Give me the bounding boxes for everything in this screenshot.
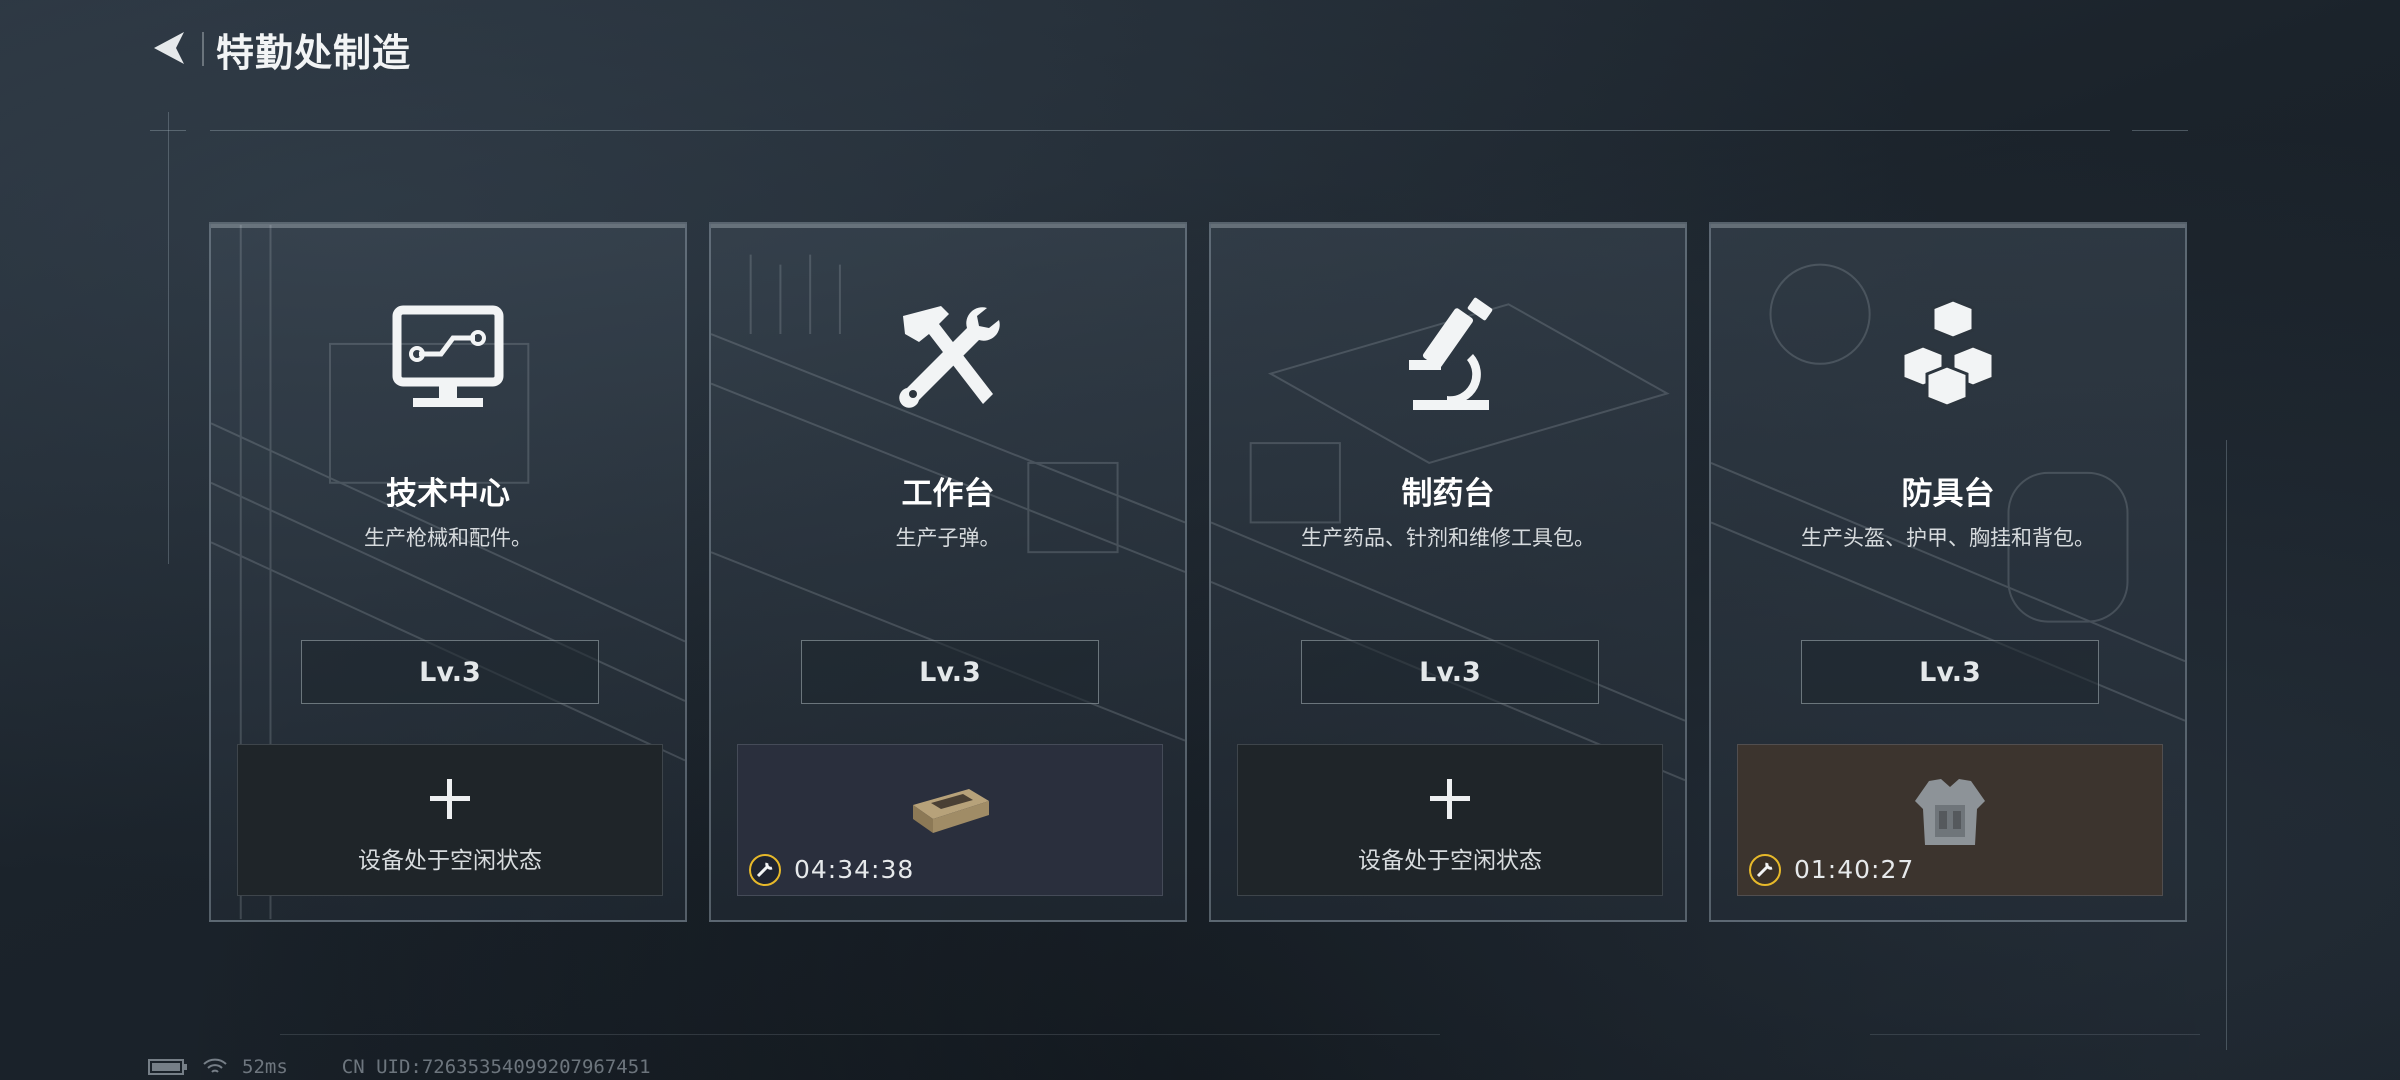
card-workbench[interactable]: 工作台 生产子弹。 Lv.3 04:34:38 (709, 222, 1187, 922)
uid-readout: CN UID:72635354099207967451 (341, 1056, 651, 1078)
frame-line-bottom (280, 1034, 1440, 1035)
crafting-timer-icon (749, 854, 781, 886)
monitor-circuit-icon (392, 305, 504, 407)
card-title: 制药台 (1401, 476, 1495, 512)
production-slot[interactable]: 04:34:38 (737, 744, 1163, 896)
idle-status-text: 设备处于空闲状态 (358, 848, 542, 874)
back-button[interactable] (148, 26, 192, 70)
card-title: 防具台 (1901, 476, 1995, 512)
frame-line-right (2226, 440, 2227, 1050)
microscope-icon (1409, 297, 1493, 410)
card-title: 技术中心 (386, 476, 510, 512)
idle-status-text: 设备处于空闲状态 (1358, 848, 1542, 874)
level-button[interactable]: Lv.3 (301, 640, 599, 704)
card-pharmacy[interactable]: 制药台 生产药品、针剂和维修工具包。 Lv.3 设备处于空闲状态 (1209, 222, 1687, 922)
card-title: 工作台 (901, 476, 995, 512)
page-title: 特勤处制造 (216, 31, 412, 75)
back-arrow-icon (154, 32, 184, 64)
card-description: 生产药品、针剂和维修工具包。 (1301, 526, 1595, 550)
countdown-timer: 01:40:27 (1794, 855, 1915, 884)
card-tech-center[interactable]: 技术中心 生产枪械和配件。 Lv.3 设备处于空闲状态 (209, 222, 687, 922)
header-separator (202, 32, 204, 66)
status-bar: 52ms CN UID:72635354099207967451 (148, 1056, 651, 1078)
frame-line-top-right (2132, 130, 2188, 131)
crafting-timer-icon (1749, 854, 1781, 886)
card-armor-bench[interactable]: 防具台 生产头盔、护甲、胸挂和背包。 Lv.3 01:40:27 (1709, 222, 2187, 922)
hammer-wrench-icon (899, 306, 1000, 408)
level-button[interactable]: Lv.3 (801, 640, 1099, 704)
plus-icon (430, 779, 470, 819)
ping-readout: 52ms (242, 1056, 288, 1078)
card-description: 生产子弹。 (895, 526, 1001, 550)
production-slot[interactable]: 设备处于空闲状态 (1237, 744, 1663, 896)
cubes-icon (1901, 298, 1995, 408)
frame-line-left (168, 112, 169, 564)
body-armor-icon (1915, 779, 1985, 845)
wifi-icon (203, 1058, 227, 1073)
level-button[interactable]: Lv.3 (1801, 640, 2099, 704)
frame-line-bottom-right (1870, 1034, 2200, 1035)
card-description: 生产头盔、护甲、胸挂和背包。 (1801, 526, 2095, 550)
battery-icon (148, 1059, 187, 1075)
production-slot[interactable]: 01:40:27 (1737, 744, 2163, 896)
card-description: 生产枪械和配件。 (364, 526, 532, 550)
level-button[interactable]: Lv.3 (1301, 640, 1599, 704)
plus-icon (1430, 779, 1470, 819)
frame-line-top (210, 130, 2110, 131)
crafting-screen: 特勤处制造 技术中心 生产枪械和配件。 Lv.3 设备处于空闲状态 工作台 生产… (0, 0, 2400, 1080)
ammo-box-icon (913, 789, 989, 833)
countdown-timer: 04:34:38 (794, 855, 915, 884)
production-slot[interactable]: 设备处于空闲状态 (237, 744, 663, 896)
